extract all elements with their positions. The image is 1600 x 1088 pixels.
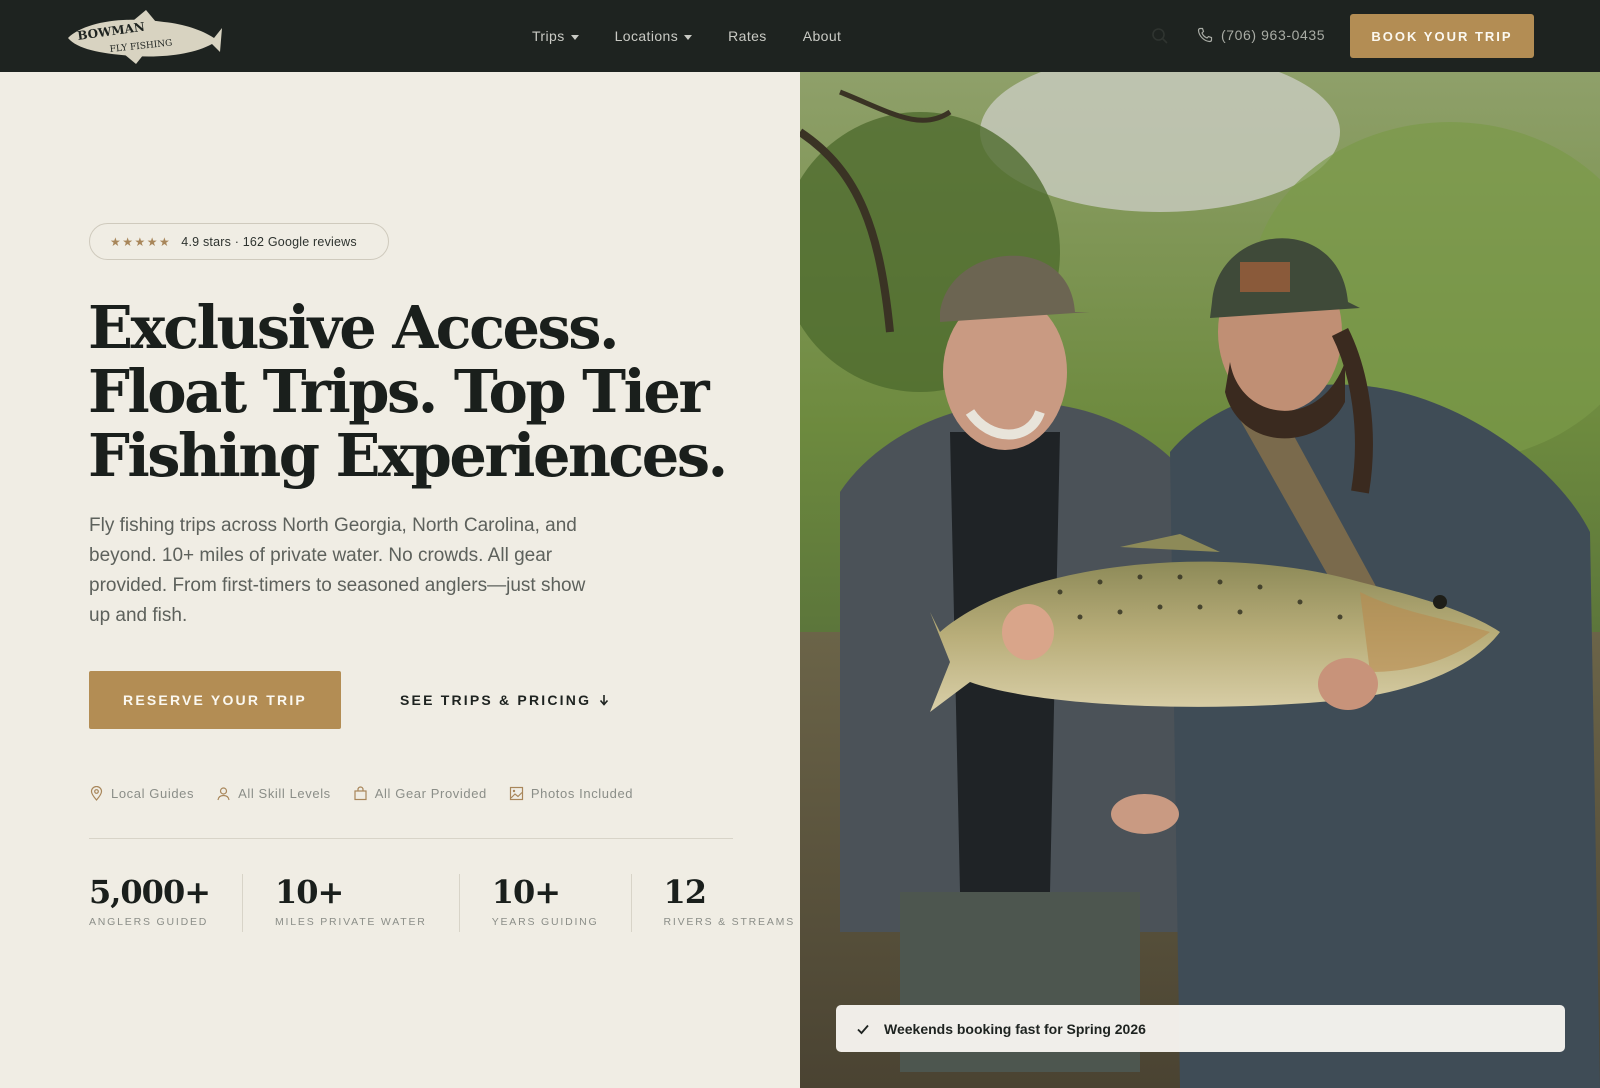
see-trips-pricing-link[interactable]: SEE TRIPS & PRICING <box>400 689 609 711</box>
main-nav: Trips Locations Rates About <box>532 24 841 48</box>
rating-badge[interactable]: ★★★★★ 4.9 stars · 162 Google reviews <box>89 223 389 260</box>
bag-icon <box>354 786 367 801</box>
image-icon <box>509 786 523 801</box>
booking-toast: Weekends booking fast for Spring 2026 <box>836 1005 1565 1052</box>
arrow-down-icon <box>600 695 609 706</box>
nav-rates[interactable]: Rates <box>728 24 767 48</box>
logo[interactable]: BOWMAN FLY FISHING <box>64 8 224 64</box>
stat-label: ANGLERS GUIDED <box>89 916 209 928</box>
search-icon[interactable] <box>1151 27 1169 45</box>
user-icon <box>217 787 230 801</box>
hero-headline: Exclusive Access. Float Trips. Top Tier … <box>88 293 728 490</box>
stat-label: YEARS GUIDING <box>491 916 599 928</box>
stat-value: 10+ <box>275 873 344 911</box>
nav-about[interactable]: About <box>803 24 842 48</box>
book-your-trip-button[interactable]: BOOK YOUR TRIP <box>1350 14 1534 58</box>
stat-anglers: 5,000+ ANGLERS GUIDED <box>89 873 244 932</box>
nav-trips-label: Trips <box>532 28 565 44</box>
chevron-down-icon <box>684 34 693 40</box>
rating-text: 4.9 stars · 162 Google reviews <box>181 234 357 249</box>
phone-icon <box>1197 27 1213 43</box>
feature-list: Local Guides All Skill Levels All Gear P… <box>89 786 633 801</box>
feature-skill-levels: All Skill Levels <box>216 786 331 801</box>
feature-label: Photos Included <box>530 786 634 801</box>
reserve-your-trip-button[interactable]: RESERVE YOUR TRIP <box>89 671 341 729</box>
site-header: BOWMAN FLY FISHING Trips Locations Rates… <box>0 0 1600 72</box>
stat-value: 10+ <box>491 873 561 911</box>
nav-about-label: About <box>802 28 842 44</box>
stat-rivers: 12 RIVERS & STREAMS <box>664 874 796 932</box>
divider <box>89 838 733 839</box>
nav-trips[interactable]: Trips <box>532 24 579 48</box>
stat-label: MILES PRIVATE WATER <box>275 916 427 928</box>
nav-rates-label: Rates <box>728 28 767 44</box>
feature-photos: Photos Included <box>509 786 633 801</box>
hero-photo <box>800 72 1600 1088</box>
toast-text: Weekends booking fast for Spring 2026 <box>884 1020 1146 1037</box>
star-rating-icon: ★★★★★ <box>110 234 172 249</box>
see-trips-label: SEE TRIPS & PRICING <box>400 692 592 708</box>
feature-label: Local Guides <box>111 786 195 801</box>
stat-value: 12 <box>663 873 708 911</box>
nav-locations[interactable]: Locations <box>615 24 693 48</box>
feature-label: All Gear Provided <box>374 786 487 801</box>
feature-gear: All Gear Provided <box>353 786 487 801</box>
check-icon <box>857 1024 869 1034</box>
photo-anglers-with-trout <box>800 72 1600 1088</box>
phone-link[interactable]: (706) 963-0435 <box>1197 24 1325 46</box>
chevron-down-icon <box>570 34 579 40</box>
phone-number: (706) 963-0435 <box>1221 27 1326 43</box>
feature-local-guides: Local Guides <box>89 786 194 801</box>
stat-value: 5,000+ <box>89 873 211 911</box>
nav-locations-label: Locations <box>614 28 679 44</box>
stats-row: 5,000+ ANGLERS GUIDED 10+ MILES PRIVATE … <box>89 874 795 932</box>
fish-logo-icon: BOWMAN FLY FISHING <box>68 10 222 64</box>
feature-label: All Skill Levels <box>238 786 331 801</box>
hero-subtext: Fly fishing trips across North Georgia, … <box>89 515 586 626</box>
map-pin-icon <box>90 786 103 801</box>
stat-years: 10+ YEARS GUIDING <box>492 874 632 932</box>
stat-private-water: 10+ MILES PRIVATE WATER <box>275 874 460 932</box>
stat-label: RIVERS & STREAMS <box>663 916 796 928</box>
